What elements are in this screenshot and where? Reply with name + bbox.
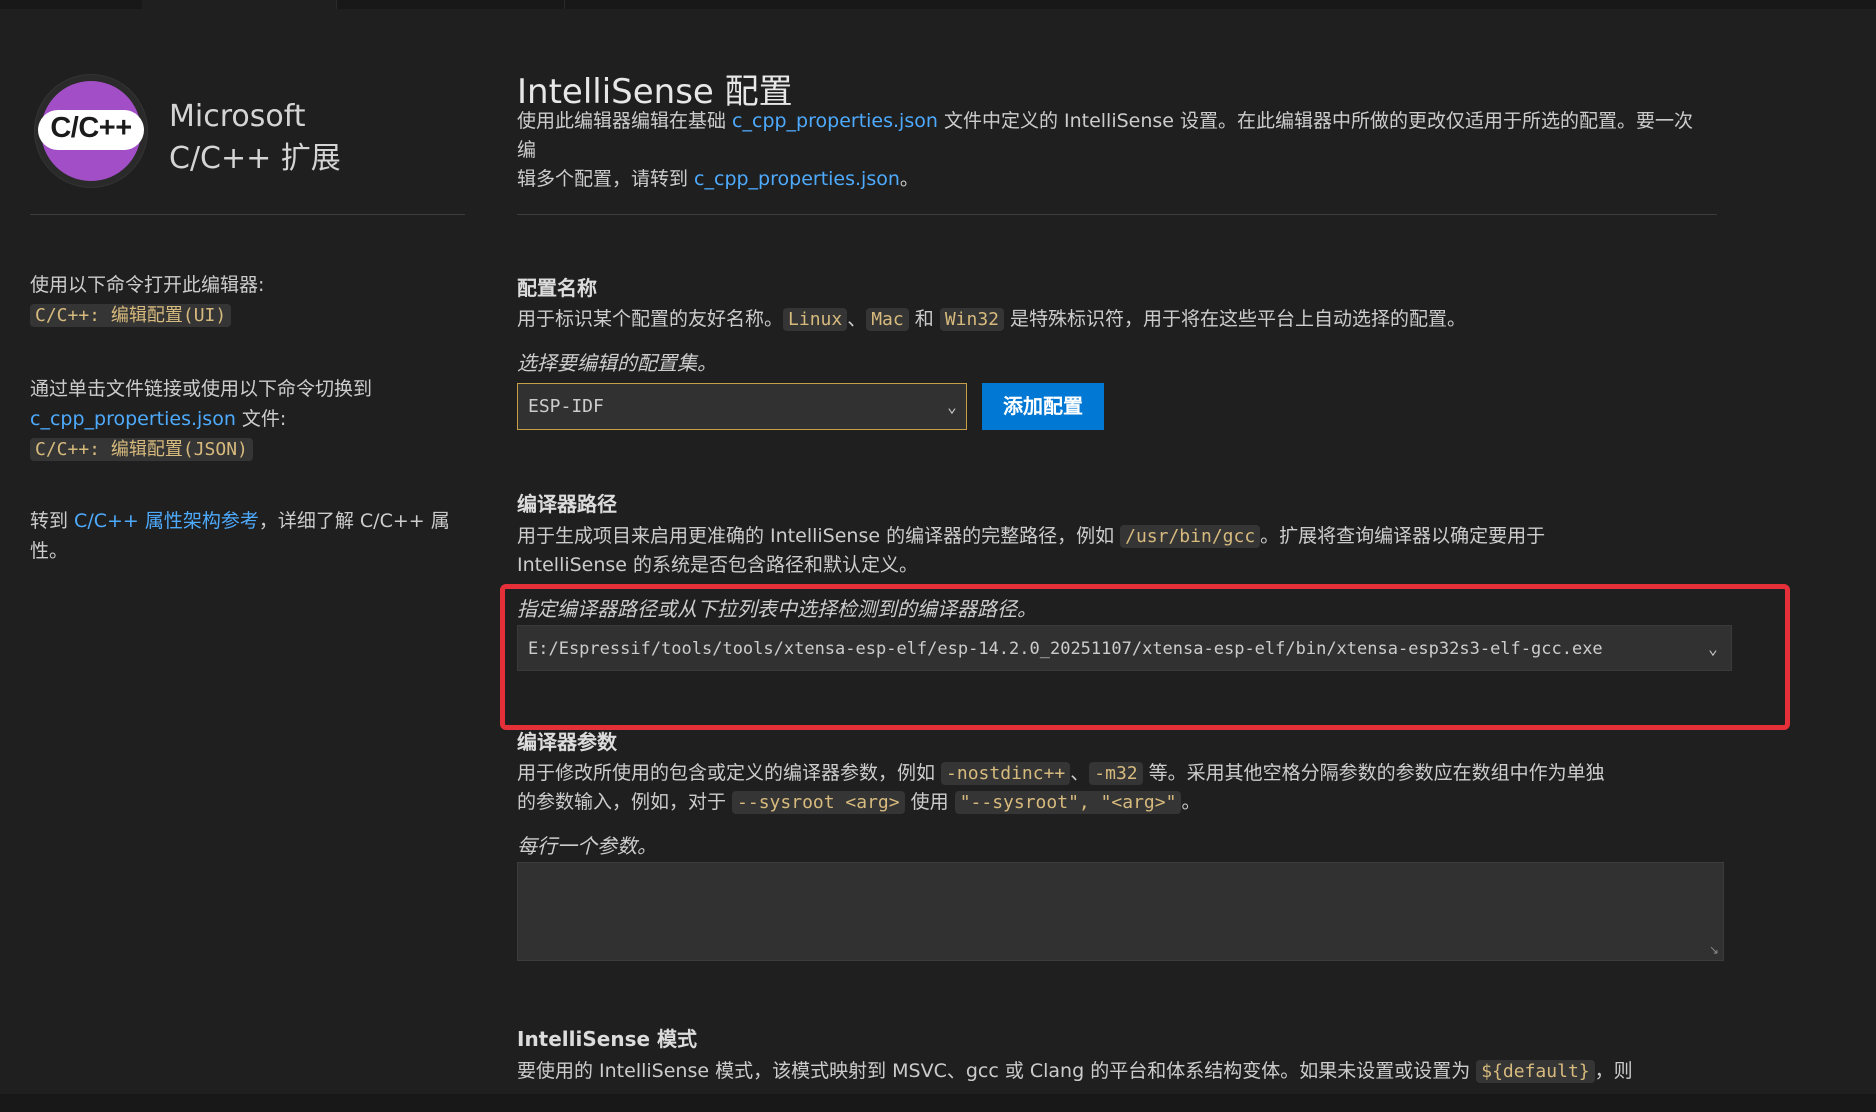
switch-label: 通过单击文件链接或使用以下命令切换到	[30, 378, 373, 400]
add-configuration-button[interactable]: 添加配置	[982, 383, 1104, 430]
config-select-value: ESP-IDF	[528, 396, 604, 417]
chevron-down-icon: ⌄	[947, 397, 957, 416]
code-usr-bin-gcc: /usr/bin/gcc	[1120, 525, 1261, 548]
switch-json-hint: 通过单击文件链接或使用以下命令切换到 c_cpp_properties.json…	[30, 374, 460, 465]
schema-suffix: ，详细了解 C/C++ 属	[258, 510, 450, 532]
resize-grip-icon[interactable]: ↘	[1709, 943, 1719, 957]
config-name-description: 用于标识某个配置的友好名称。 Linux、 Mac 和 Win32 是特殊标识符，用…	[517, 305, 1707, 334]
cpp-properties-json-link[interactable]: c_cpp_properties.json	[694, 168, 900, 190]
page-description: 使用此编辑器编辑在基础 c_cpp_properties.json 文件中定义的…	[517, 107, 1707, 194]
divider	[517, 214, 1717, 215]
desc-text: ，则	[1594, 1060, 1633, 1082]
bottom-bar	[0, 1094, 1876, 1112]
compiler-args-textarea[interactable]: ↘	[517, 862, 1724, 961]
code-win32: Win32	[939, 308, 1005, 331]
open-json-command-code: C/C++: 编辑配置(JSON)	[30, 438, 253, 461]
code-nostdinc: -nostdinc++	[941, 762, 1071, 785]
code-default: ${default}	[1476, 1060, 1595, 1083]
compiler-args-title: 编译器参数	[517, 730, 617, 754]
cpp-properties-json-link[interactable]: c_cpp_properties.json	[732, 110, 938, 132]
editor-tab-active[interactable]	[142, 0, 337, 9]
desc-text: 用于修改所使用的包含或定义的编译器参数，例如	[517, 762, 942, 784]
intellisense-mode-description: 要使用的 IntelliSense 模式，该模式映射到 MSVC、gcc 或 C…	[517, 1057, 1707, 1086]
schema-reference-hint: 转到 C/C++ 属性架构参考，详细了解 C/C++ 属 性。	[30, 506, 460, 566]
brand-publisher: Microsoft	[169, 99, 306, 134]
desc-text: 要使用的 IntelliSense 模式，该模式映射到 MSVC、gcc 或 C…	[517, 1060, 1477, 1082]
code-m32: -m32	[1089, 762, 1143, 785]
open-command-hint: 使用以下命令打开此编辑器: C/C++: 编辑配置(UI)	[30, 270, 460, 331]
compiler-path-description: 用于生成项目来启用更准确的 IntelliSense 的编译器的完整路径，例如 …	[517, 522, 1707, 580]
desc-text: 用于生成项目来启用更准确的 IntelliSense 的编译器的完整路径，例如	[517, 525, 1121, 547]
desc-text: 使用此编辑器编辑在基础	[517, 110, 733, 132]
open-ui-command-code: C/C++: 编辑配置(UI)	[30, 304, 232, 327]
code-linux: Linux	[783, 308, 848, 331]
divider	[30, 214, 465, 215]
editor-tab[interactable]	[336, 0, 565, 9]
desc-text: 是特殊标识符，用于将在这些平台上自动选择的配置。	[1004, 308, 1467, 330]
editor-tab[interactable]	[0, 0, 143, 9]
brand-extension-name: C/C++ 扩展	[169, 141, 341, 176]
logo-text: C/C++	[50, 112, 132, 144]
config-select-hint: 选择要编辑的配置集。	[517, 351, 717, 375]
code-sysroot-arg: --sysroot <arg>	[732, 791, 905, 814]
code-mac: Mac	[866, 308, 909, 331]
desc-text: 使用	[904, 791, 955, 813]
schema-reference-link[interactable]: C/C++ 属性架构参考	[74, 510, 259, 532]
desc-text: 用于标识某个配置的友好名称。	[517, 308, 784, 330]
config-select[interactable]: ESP-IDF ⌄	[517, 383, 967, 430]
open-command-label: 使用以下命令打开此编辑器:	[30, 274, 265, 296]
desc-text: 。	[1181, 791, 1201, 813]
cpp-properties-json-link[interactable]: c_cpp_properties.json	[30, 408, 236, 430]
desc-text: 。	[899, 168, 919, 190]
config-name-title: 配置名称	[517, 276, 597, 300]
cpp-extension-logo: C/C++	[34, 74, 148, 188]
editor-tab-strip	[0, 0, 1876, 9]
desc-text: 的参数输入，例如，对于	[517, 791, 733, 813]
page-title: IntelliSense 配置	[517, 72, 793, 112]
desc-text: 和	[908, 308, 940, 330]
compiler-args-description: 用于修改所使用的包含或定义的编译器参数，例如 -nostdinc++、 -m32 …	[517, 759, 1707, 817]
desc-text: 、	[1070, 762, 1090, 784]
code-sysroot-array: "--sysroot", "<arg>"	[954, 791, 1182, 814]
desc-text: 等。采用其他空格分隔参数的参数应在数组中作为单独	[1142, 762, 1605, 784]
desc-text: 辑多个配置，请转到	[517, 168, 695, 190]
intellisense-mode-title: IntelliSense 模式	[517, 1027, 698, 1051]
desc-text: 。扩展将查询编译器以确定要用于	[1260, 525, 1546, 547]
schema-suffix-line2: 性。	[30, 540, 69, 562]
desc-text: IntelliSense 的系统是否包含路径和默认定义。	[517, 554, 919, 576]
compiler-path-title: 编译器路径	[517, 492, 617, 516]
switch-label-tail: 文件:	[235, 408, 287, 430]
schema-prefix: 转到	[30, 510, 75, 532]
compiler-args-hint: 每行一个参数。	[517, 834, 657, 858]
desc-text: 、	[847, 308, 867, 330]
highlight-box	[500, 584, 1790, 730]
